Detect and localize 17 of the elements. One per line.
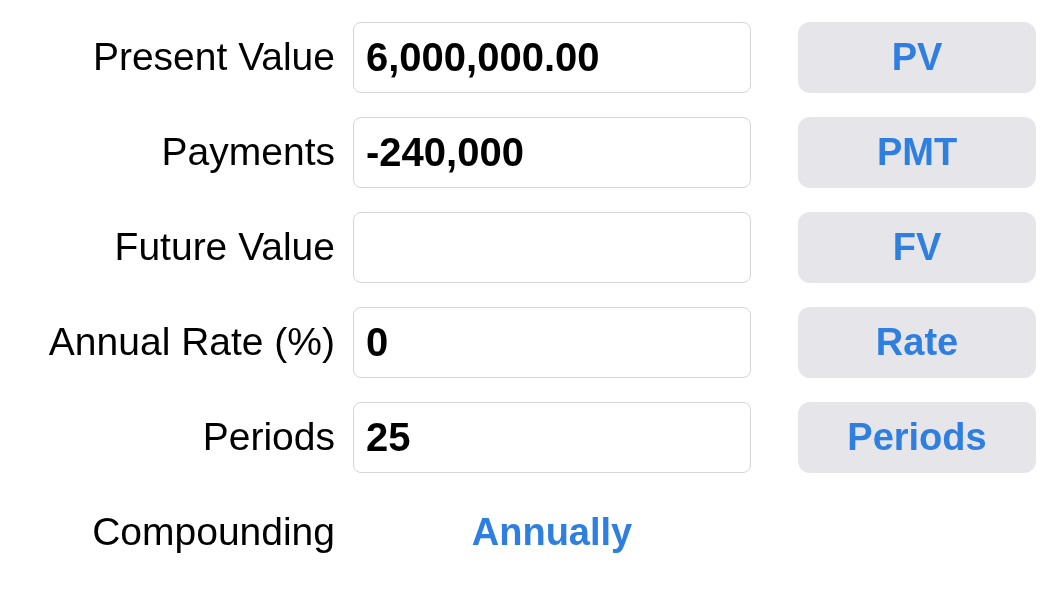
field-label: Future Value	[113, 224, 335, 271]
compounding-link[interactable]: Annually	[471, 504, 633, 561]
input-field[interactable]: 0	[353, 307, 751, 378]
compute-button[interactable]: Rate	[798, 307, 1036, 378]
input-field[interactable]: 25	[353, 402, 751, 473]
compute-button[interactable]: FV	[798, 212, 1036, 283]
input-field[interactable]: -240,000	[353, 117, 751, 188]
field-label: Annual Rate (%)	[47, 319, 335, 366]
input-field[interactable]: 6,000,000.00	[353, 22, 751, 93]
compounding-label: Compounding	[91, 509, 335, 556]
field-label: Periods	[201, 414, 335, 461]
field-label: Payments	[160, 129, 335, 176]
compute-button[interactable]: PV	[798, 22, 1036, 93]
input-field[interactable]	[353, 212, 751, 283]
field-label: Present Value	[91, 34, 335, 81]
compute-button[interactable]: Periods	[798, 402, 1036, 473]
compute-button[interactable]: PMT	[798, 117, 1036, 188]
